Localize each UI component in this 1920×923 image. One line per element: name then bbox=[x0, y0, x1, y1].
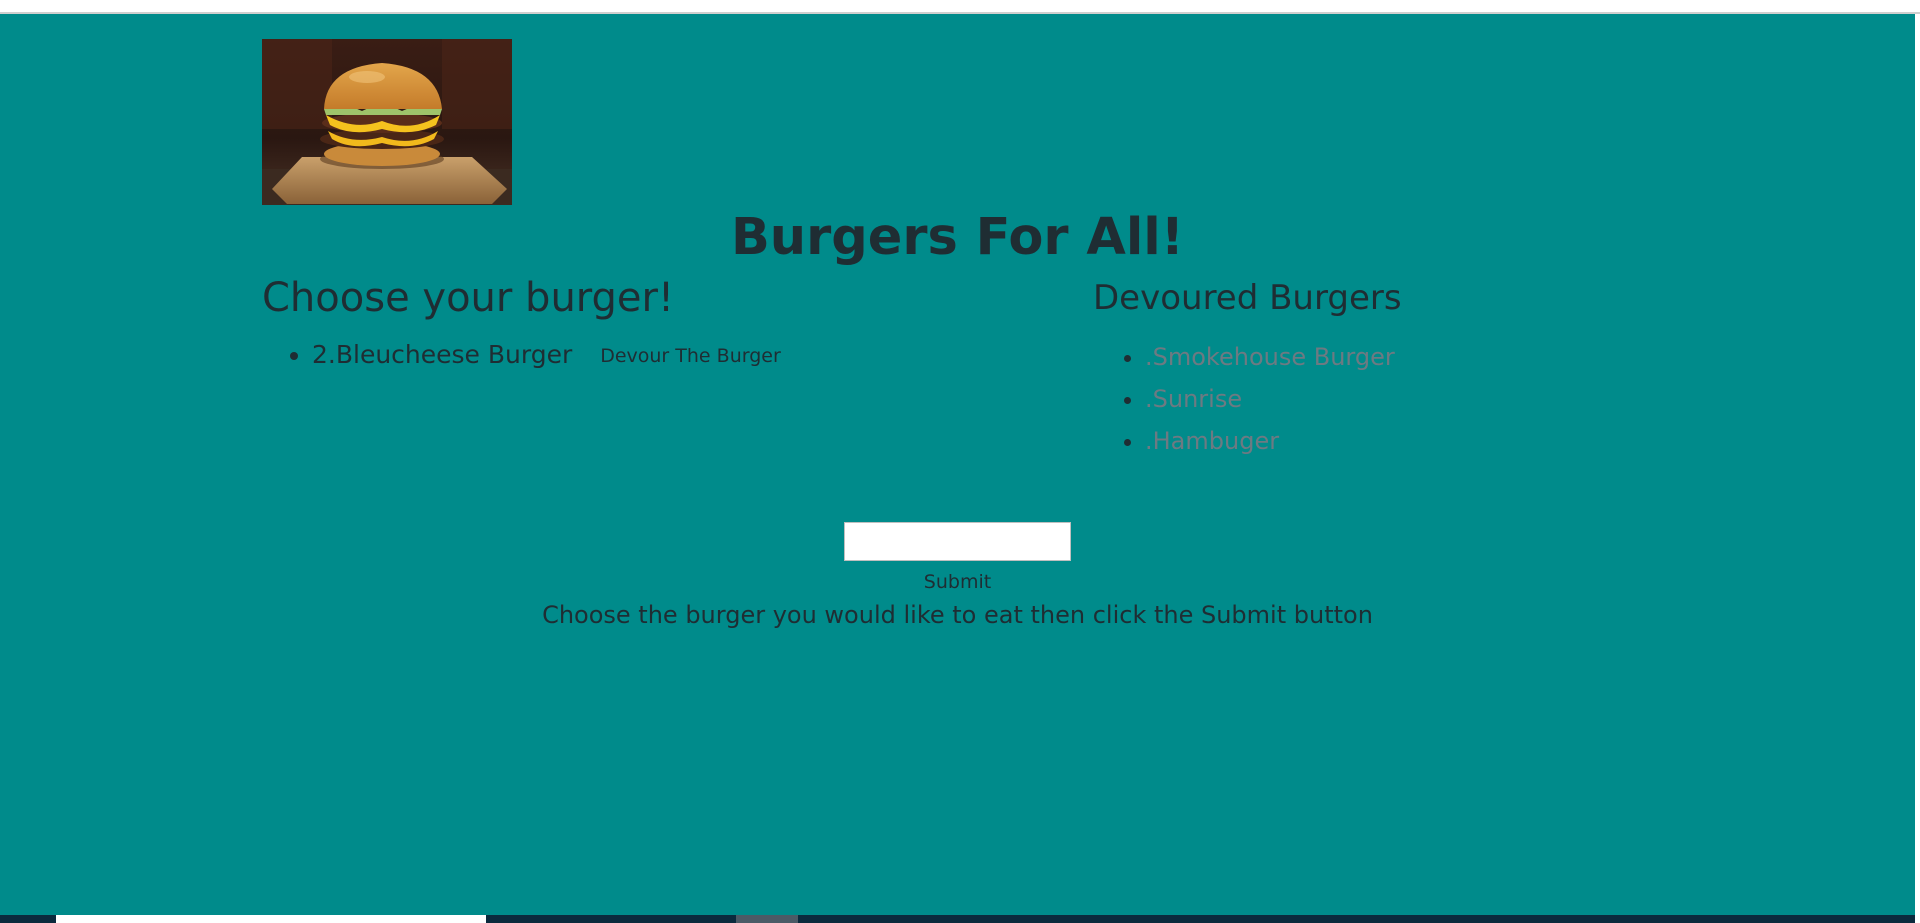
instructions-text: Choose the burger you would like to eat … bbox=[542, 601, 1373, 629]
available-burger-list: 2.Bleucheese Burger Devour The Burger bbox=[262, 336, 781, 374]
page: Burgers For All! Choose your burger! 2.B… bbox=[0, 14, 1915, 915]
list-item: 2.Bleucheese Burger Devour The Burger bbox=[312, 336, 781, 374]
devoured-burger-name: .Smokehouse Burger bbox=[1145, 343, 1395, 371]
list-item: .Smokehouse Burger bbox=[1145, 336, 1395, 378]
burger-logo-image bbox=[262, 39, 512, 205]
burger-name-input[interactable] bbox=[844, 522, 1071, 561]
page-title: Burgers For All! bbox=[730, 208, 1185, 267]
choose-burger-heading: Choose your burger! bbox=[262, 275, 675, 321]
burger-name: 2.Bleucheese Burger bbox=[312, 340, 573, 369]
window-right-edge bbox=[1915, 14, 1920, 923]
devoured-burger-list: .Smokehouse Burger .Sunrise .Hambuger bbox=[1093, 336, 1395, 462]
list-item: .Sunrise bbox=[1145, 378, 1395, 420]
submit-button[interactable]: Submit bbox=[924, 571, 991, 593]
list-item: .Hambuger bbox=[1145, 420, 1395, 462]
devoured-burger-name: .Sunrise bbox=[1145, 385, 1243, 413]
devoured-burgers-heading: Devoured Burgers bbox=[1093, 278, 1402, 318]
taskbar-app-button[interactable] bbox=[736, 915, 798, 923]
taskbar-search-box[interactable] bbox=[56, 915, 486, 923]
add-burger-form: Submit Choose the burger you would like … bbox=[0, 522, 1915, 629]
devoured-burger-name: .Hambuger bbox=[1145, 427, 1280, 455]
taskbar bbox=[0, 915, 1915, 923]
devour-button[interactable]: Devour The Burger bbox=[600, 345, 781, 367]
browser-top-strip bbox=[0, 0, 1920, 14]
